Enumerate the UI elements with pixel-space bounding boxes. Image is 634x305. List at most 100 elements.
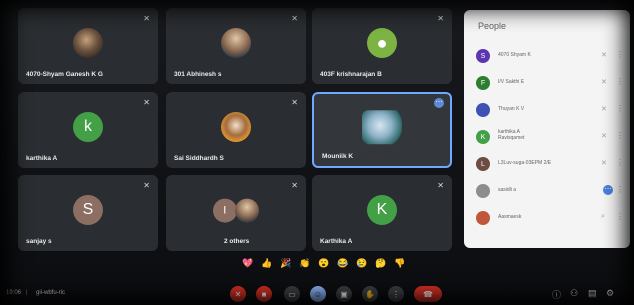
more-vert-icon[interactable]: ⋮ [616, 158, 624, 167]
captions-icon: ▭ [288, 289, 296, 299]
more-vert-icon[interactable]: ⋮ [616, 212, 624, 221]
chat-icon[interactable]: ▤ [588, 288, 597, 299]
participant-tile[interactable]: ✕ 4070-Shyam Ganesh K G [18, 8, 158, 84]
more-vert-icon[interactable]: ⋮ [616, 131, 624, 140]
clock: 19:06 [6, 290, 22, 296]
present-screen-icon: ▣ [340, 289, 348, 299]
people-list-item[interactable]: S 4070 Shyam K ✕ ⋮ [476, 46, 626, 68]
people-name: sasidli a [498, 187, 517, 193]
participant-avatar [73, 28, 103, 58]
mic-off-icon: ✕ [601, 160, 607, 167]
participant-tile[interactable]: K ✕ Karthika A [312, 175, 452, 251]
mic-off-icon: ✕ [601, 133, 607, 140]
hand-icon: ✋ [365, 289, 375, 299]
participant-name: 403F krishnarajan B [320, 71, 382, 78]
present-button[interactable]: ▣ [336, 286, 352, 302]
mic-toggle-button[interactable]: ✕ [230, 286, 246, 302]
people-name: 4070 Shyam K [498, 52, 531, 58]
mic-off-icon: ✕ [291, 98, 298, 107]
reactions-bar: 💖 👍 🎉 👏 😮 😂 😢 🤔 👎 [242, 256, 406, 270]
more-vert-icon[interactable]: ⋮ [616, 77, 624, 86]
reaction-laugh[interactable]: 😂 [337, 256, 349, 270]
mic-off-icon: ✕ [234, 289, 242, 299]
mic-off-icon: ✕ [143, 181, 150, 190]
people-list-item[interactable]: F I/V Sakthi E ✕ ⋮ [476, 73, 626, 95]
more-vert-icon[interactable]: ⋮ [616, 50, 624, 59]
participant-avatar-secondary [235, 198, 260, 223]
people-name: karthika A Ravisqamet [498, 129, 525, 141]
reaction-party[interactable]: 🎉 [280, 256, 292, 270]
end-call-button[interactable]: ☎ [414, 286, 442, 302]
people-panel-title: People [478, 21, 507, 31]
person-icon: ● [367, 28, 397, 58]
participant-tile[interactable]: ✕ Sai Siddhardh S [166, 92, 306, 168]
reaction-surprised[interactable]: 😮 [318, 256, 330, 270]
captions-button[interactable]: ▭ [284, 286, 300, 302]
people-list-item[interactable]: Aasmaesk ⌕ ⋮ [476, 208, 626, 230]
people-panel: People S 4070 Shyam K ✕ ⋮ F I/V Sakthi E… [464, 10, 630, 248]
emoji-icon: ☺ [313, 289, 323, 299]
reactions-button[interactable]: ☺ [310, 286, 326, 302]
reaction-sad[interactable]: 😢 [356, 256, 368, 270]
reaction-thumbs-down[interactable]: 👎 [394, 256, 406, 270]
participant-tile[interactable]: S ✕ sanjay s [18, 175, 158, 251]
participant-avatar: K [367, 195, 397, 225]
camera-off-icon: ■ [261, 289, 267, 299]
mic-off-icon: ✕ [601, 52, 607, 59]
participant-name: 2 others [224, 238, 250, 245]
participant-avatar [362, 110, 402, 145]
people-avatar [476, 184, 490, 198]
participant-tile[interactable]: I ✕ 2 others [166, 175, 306, 251]
mic-off-icon: ✕ [143, 14, 150, 23]
participant-name: karthika A [26, 155, 58, 162]
participant-name: 301 Abhinesh s [174, 71, 222, 78]
control-bar: 19:06 | gii-wbfu-ric ✕ ■ ▭ ☺ ▣ ✋ ⋮ ☎ ⓘ ⚇… [0, 282, 634, 305]
raise-hand-button[interactable]: ✋ [362, 286, 378, 302]
people-list-item[interactable]: sasidli a ⋯ ⋮ [476, 181, 626, 203]
mic-off-icon: ✕ [601, 79, 607, 86]
more-vert-icon: ⋮ [392, 289, 400, 299]
meet-screen: ✕ 4070-Shyam Ganesh K G ✕ 301 Abhinesh s… [0, 0, 634, 305]
mic-off-icon: ✕ [437, 14, 444, 23]
active-speaker-tile[interactable]: ⋯ Mouniik K [312, 92, 452, 168]
participant-tile[interactable]: ✕ 301 Abhinesh s [166, 8, 306, 84]
more-vert-icon[interactable]: ⋮ [616, 185, 624, 194]
participant-avatar: k [73, 112, 103, 142]
pin-icon[interactable]: ⌕ [601, 213, 605, 221]
people-avatar: F [476, 76, 490, 90]
end-call-icon: ☎ [423, 289, 433, 299]
more-options-button[interactable]: ⋮ [388, 286, 404, 302]
more-options-icon[interactable]: ⋯ [434, 98, 444, 108]
more-vert-icon[interactable]: ⋮ [616, 104, 624, 113]
mic-off-icon: ✕ [601, 106, 607, 113]
people-list-item[interactable]: L L3Luv-suga-03EPM 2/E ✕ ⋮ [476, 154, 626, 176]
people-avatar: K [476, 130, 490, 144]
participant-name: sanjay s [26, 238, 52, 245]
activities-icon[interactable]: ⚙ [606, 288, 614, 299]
people-list-item[interactable]: K karthika A Ravisqamet ✕ ⋮ [476, 127, 626, 149]
participant-avatar [221, 28, 251, 58]
reaction-thumbs-up[interactable]: 👍 [261, 256, 273, 270]
people-name: I/V Sakthi E [498, 79, 525, 85]
info-icon[interactable]: ⓘ [552, 288, 561, 301]
participant-tile[interactable]: ● ✕ 403F krishnarajan B [312, 8, 452, 84]
people-list-item[interactable]: Thuyan K V ✕ ⋮ [476, 100, 626, 122]
people-name: Aasmaesk [498, 214, 522, 220]
participant-tile[interactable]: k ✕ karthika A [18, 92, 158, 168]
reaction-heart[interactable]: 💖 [242, 256, 254, 270]
reaction-clap[interactable]: 👏 [299, 256, 311, 270]
people-name: Thuyan K V [498, 106, 525, 112]
mic-off-icon: ✕ [437, 181, 444, 190]
reaction-thinking[interactable]: 🤔 [375, 256, 387, 270]
people-avatar: S [476, 49, 490, 63]
camera-toggle-button[interactable]: ■ [256, 286, 272, 302]
speaking-indicator-icon: ⋯ [603, 185, 613, 195]
mic-off-icon: ✕ [291, 181, 298, 190]
participant-avatar: S [73, 195, 103, 225]
people-avatar [476, 211, 490, 225]
people-name: L3Luv-suga-03EPM 2/E [498, 160, 552, 166]
participant-avatar: I [212, 198, 237, 223]
meeting-code: gii-wbfu-ric [36, 290, 66, 296]
participant-name: Sai Siddhardh S [174, 155, 224, 162]
people-icon[interactable]: ⚇ [570, 288, 578, 299]
